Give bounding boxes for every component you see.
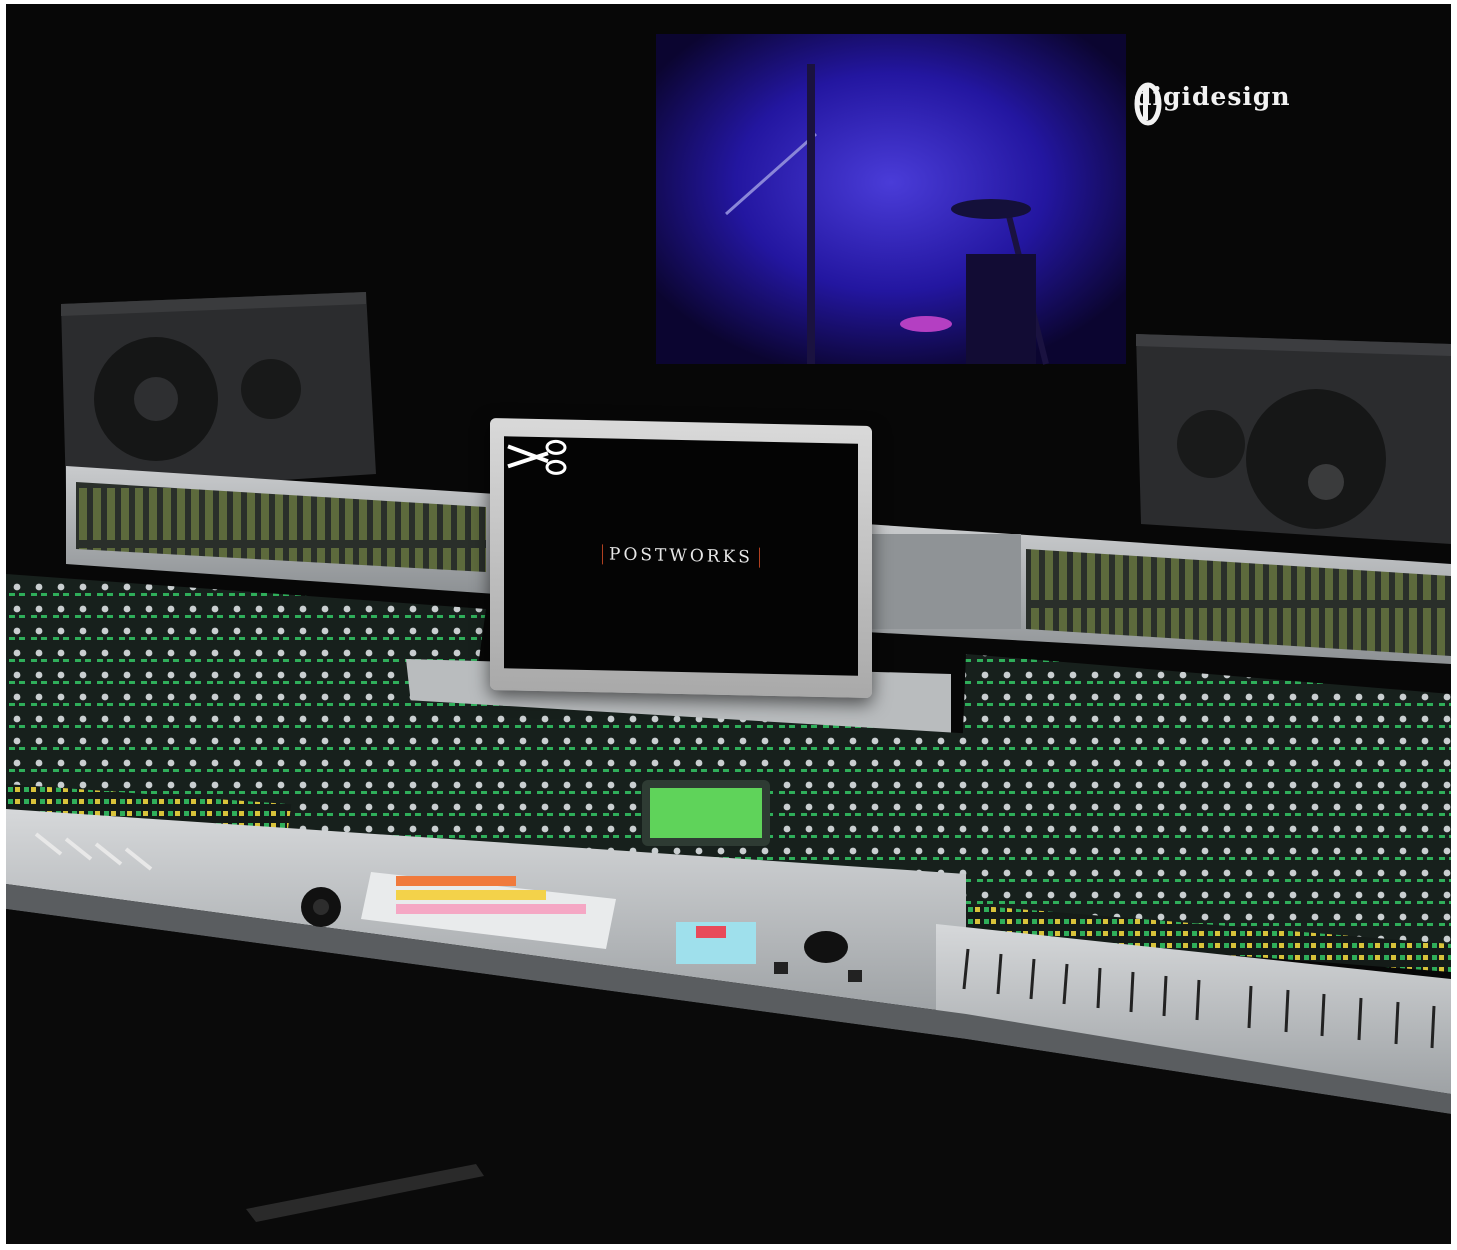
left-speaker <box>61 292 376 494</box>
center-monitor: POSTWORKS <box>490 417 872 699</box>
digidesign-logo-icon <box>1134 82 1162 126</box>
studio-window <box>656 34 1126 365</box>
digidesign-brand: digidesign <box>1134 82 1291 126</box>
scissors-icon <box>507 439 567 475</box>
postworks-logo-text: POSTWORKS <box>602 544 760 568</box>
studio-photo: digidesign POSTWORKS <box>6 4 1451 1244</box>
right-speaker <box>1136 334 1451 544</box>
console-right-channels <box>954 654 1451 972</box>
monitor-screen: POSTWORKS <box>504 436 858 676</box>
overview-screen <box>650 788 762 838</box>
